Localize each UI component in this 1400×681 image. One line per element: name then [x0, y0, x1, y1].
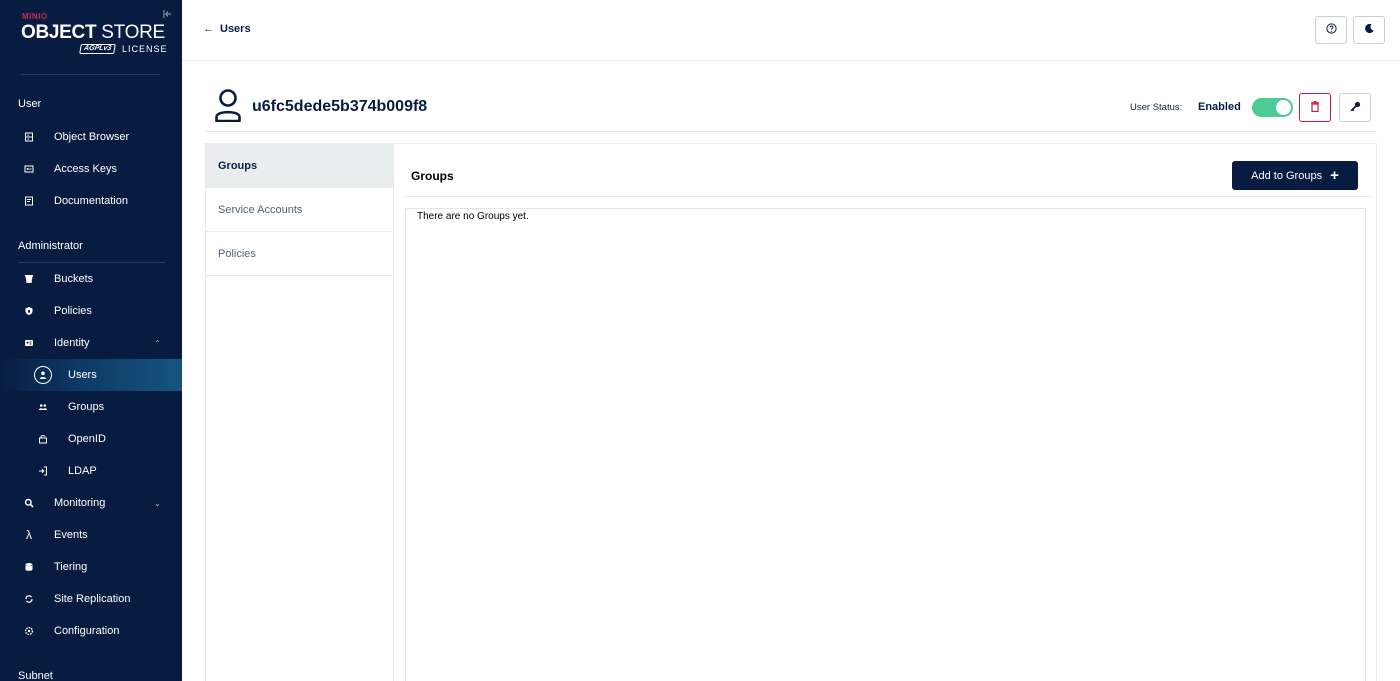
user-status-label: User Status:	[1130, 102, 1183, 113]
section-user-label: User	[18, 98, 42, 110]
sidebar-item-identity[interactable]: Identity ⌃	[0, 327, 182, 359]
sidebar-item-label: Configuration	[54, 625, 120, 637]
sidebar-item-groups[interactable]: Groups	[0, 391, 182, 423]
sidebar-item-label: Buckets	[54, 273, 94, 285]
plus-icon: +	[1330, 166, 1339, 184]
sidebar-item-label: Documentation	[54, 195, 128, 207]
help-icon	[1325, 21, 1337, 39]
toggle-knob	[1276, 100, 1291, 115]
trash-icon	[1310, 99, 1320, 117]
sidebar-item-label: LDAP	[68, 465, 97, 477]
sidebar-item-label: Tiering	[54, 561, 88, 573]
add-to-groups-button[interactable]: Add to Groups +	[1232, 161, 1358, 190]
identity-icon	[22, 336, 36, 350]
sidebar-item-label: Policies	[54, 305, 92, 317]
minio-logo[interactable]: MINIO OBJECT STORE AGPLv3 LICENSE	[21, 12, 167, 60]
sidebar-item-label: OpenID	[68, 433, 106, 445]
sidebar: MINIO OBJECT STORE AGPLv3 LICENSE User O…	[0, 0, 182, 681]
sidebar-item-label: Users	[68, 369, 97, 381]
dark-mode-button[interactable]	[1353, 16, 1385, 44]
back-to-users-link[interactable]: ← Users	[203, 23, 251, 35]
delete-user-button[interactable]	[1299, 93, 1331, 122]
gear-icon	[22, 624, 36, 638]
empty-state-message: There are no Groups yet.	[417, 211, 529, 222]
sidebar-item-documentation[interactable]: Documentation	[0, 185, 182, 217]
logo-license-text: LICENSE	[122, 44, 168, 54]
user-details-content: Groups Service Accounts Policies Groups …	[205, 143, 1377, 681]
user-status-value: Enabled	[1198, 101, 1241, 113]
sidebar-item-label: Groups	[68, 401, 105, 413]
monitoring-icon	[22, 496, 36, 510]
sidebar-item-configuration[interactable]: Configuration	[0, 615, 182, 647]
tab-policies[interactable]: Policies	[206, 232, 393, 276]
sidebar-item-policies[interactable]: Policies	[0, 295, 182, 327]
sidebar-item-users[interactable]: Users	[0, 359, 182, 391]
policy-icon	[22, 304, 36, 318]
back-link-label: Users	[220, 23, 251, 35]
sidebar-item-object-browser[interactable]: Object Browser	[0, 121, 182, 153]
key-icon	[1350, 99, 1361, 117]
section-admin-label: Administrator	[18, 240, 83, 252]
page-title: u6fc5dede5b374b009f8	[252, 98, 428, 115]
sidebar-item-label: Access Keys	[54, 163, 117, 175]
add-to-groups-label: Add to Groups	[1251, 169, 1323, 182]
openid-icon	[36, 432, 50, 446]
sidebar-item-monitoring[interactable]: Monitoring ⌄	[0, 487, 182, 519]
back-arrow-icon: ←	[203, 23, 214, 35]
collapse-sidebar-icon[interactable]	[163, 9, 173, 19]
sidebar-item-site-replication[interactable]: Site Replication	[0, 583, 182, 615]
tiering-icon	[22, 560, 36, 574]
bucket-icon	[22, 272, 36, 286]
sidebar-item-access-keys[interactable]: Access Keys	[0, 153, 182, 185]
panel-title: Groups	[411, 169, 454, 183]
logo-agpl-badge: AGPLv3	[79, 44, 116, 54]
logo-brand: OBJECT STORE	[21, 22, 165, 43]
chevron-down-icon: ⌄	[154, 498, 161, 508]
sidebar-item-label: Site Replication	[54, 593, 131, 605]
ldap-icon	[36, 464, 50, 478]
panel-divider	[405, 196, 1371, 197]
sidebar-item-label: Events	[54, 529, 88, 541]
sidebar-item-openid[interactable]: OpenID	[0, 423, 182, 455]
access-keys-icon	[22, 162, 36, 176]
tab-groups[interactable]: Groups	[206, 144, 393, 188]
groups-icon	[36, 400, 50, 414]
sidebar-item-ldap[interactable]: LDAP	[0, 455, 182, 487]
user-icon	[34, 366, 52, 384]
edit-policy-button[interactable]	[1339, 93, 1371, 122]
sidebar-item-buckets[interactable]: Buckets	[0, 263, 182, 295]
lambda-icon: λ	[26, 528, 32, 542]
sidebar-item-tiering[interactable]: Tiering	[0, 551, 182, 583]
moon-icon	[1364, 21, 1375, 39]
chevron-up-icon: ⌃	[154, 338, 161, 348]
replication-icon	[22, 592, 36, 606]
sidebar-item-events[interactable]: λ Events	[0, 519, 182, 551]
help-button[interactable]	[1315, 16, 1347, 44]
groups-list: There are no Groups yet.	[405, 208, 1366, 681]
tab-list: Groups Service Accounts Policies	[206, 144, 394, 681]
user-status-toggle[interactable]	[1252, 98, 1293, 117]
section-subnet-label: Subnet	[18, 670, 53, 681]
user-header: u6fc5dede5b374b009f8 User Status: Enable…	[205, 86, 1376, 132]
tab-service-accounts[interactable]: Service Accounts	[206, 188, 393, 232]
logo-divider	[21, 74, 160, 75]
sidebar-item-label: Identity	[54, 337, 90, 349]
sidebar-item-label: Monitoring	[54, 497, 106, 509]
top-header: ← Users	[182, 0, 1400, 61]
user-avatar-icon	[214, 88, 242, 123]
object-browser-icon	[22, 130, 36, 144]
sidebar-item-label: Object Browser	[54, 131, 130, 143]
documentation-icon	[22, 194, 36, 208]
logo-minio-text: MINIO	[22, 12, 48, 21]
